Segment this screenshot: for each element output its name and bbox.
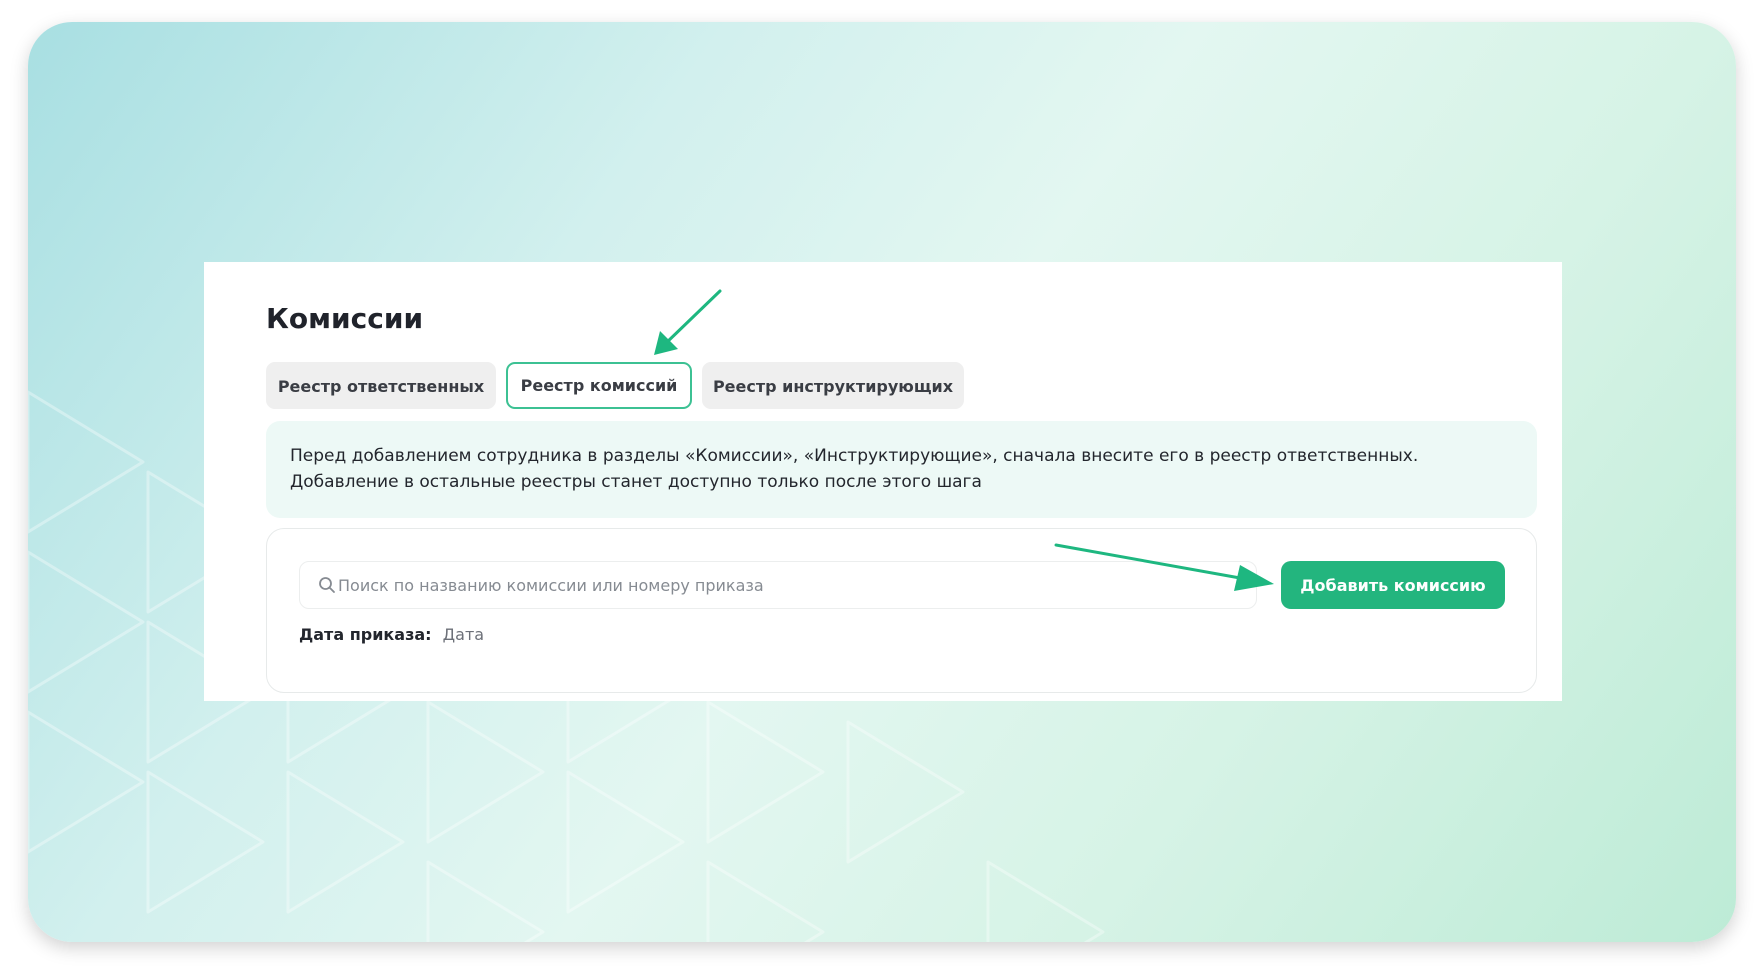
add-commission-button[interactable]: Добавить комиссию: [1281, 561, 1505, 609]
order-date-label: Дата приказа:: [299, 625, 432, 644]
tab-instructors-registry[interactable]: Реестр инструктирующих: [702, 362, 964, 409]
info-notice: Перед добавлением сотрудника в разделы «…: [266, 421, 1537, 518]
search-icon: [319, 577, 335, 593]
tab-commissions-registry[interactable]: Реестр комиссий: [506, 362, 692, 409]
page-title: Комиссии: [266, 302, 424, 335]
order-date-picker[interactable]: Дата: [443, 625, 484, 644]
order-date-filter: Дата приказа: Дата: [299, 625, 484, 644]
notice-line-2: Добавление в остальные реестры станет до…: [290, 472, 982, 492]
notice-line-1: Перед добавлением сотрудника в разделы «…: [290, 446, 1419, 466]
search-box[interactable]: [299, 561, 1257, 609]
commissions-panel: Комиссии Реестр ответственных Реестр ком…: [204, 262, 1562, 701]
tab-responsible-registry[interactable]: Реестр ответственных: [266, 362, 496, 409]
search-input[interactable]: [338, 562, 1238, 608]
search-card: Добавить комиссию Дата приказа: Дата: [266, 528, 1537, 693]
